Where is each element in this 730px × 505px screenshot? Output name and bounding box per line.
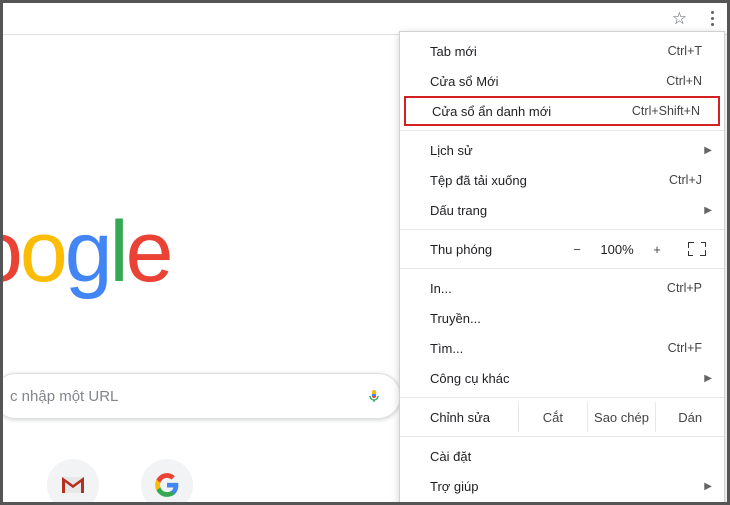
edit-copy-button[interactable]: Sao chép <box>587 402 656 432</box>
kebab-menu-icon[interactable] <box>703 7 721 30</box>
menu-label: In... <box>430 281 667 296</box>
submenu-arrow-icon: ▶ <box>704 205 712 216</box>
zoom-in-button[interactable]: + <box>640 242 674 257</box>
menu-new-tab[interactable]: Tab mới Ctrl+T <box>400 36 724 66</box>
menu-label: Truyền... <box>430 311 702 326</box>
voice-search-icon[interactable] <box>366 385 382 407</box>
menu-shortcut: Ctrl+F <box>668 341 702 355</box>
submenu-arrow-icon: ▶ <box>704 373 712 384</box>
menu-label: Thu phóng <box>430 242 560 257</box>
menu-settings[interactable]: Cài đặt <box>400 441 724 471</box>
menu-more-tools[interactable]: Công cụ khác ▶ <box>400 363 724 393</box>
menu-label: Cửa sổ ẩn danh mới <box>432 104 632 119</box>
menu-find[interactable]: Tìm... Ctrl+F <box>400 333 724 363</box>
menu-bookmarks[interactable]: Dấu trang ▶ <box>400 195 724 225</box>
menu-shortcut: Ctrl+P <box>667 281 702 295</box>
menu-label: Trợ giúp <box>430 479 702 494</box>
menu-label: Tab mới <box>430 44 668 59</box>
menu-label: Cài đặt <box>430 449 702 464</box>
menu-shortcut: Ctrl+T <box>668 44 702 58</box>
menu-zoom: Thu phóng − 100% + <box>400 234 724 264</box>
menu-history[interactable]: Lịch sử ▶ <box>400 135 724 165</box>
submenu-arrow-icon: ▶ <box>704 481 712 492</box>
menu-label: Lịch sử <box>430 143 702 158</box>
submenu-arrow-icon: ▶ <box>704 145 712 156</box>
menu-downloads[interactable]: Tệp đã tải xuống Ctrl+J <box>400 165 724 195</box>
menu-new-incognito[interactable]: Cửa sổ ẩn danh mới Ctrl+Shift+N <box>404 96 720 126</box>
shortcut-google[interactable] <box>141 459 193 505</box>
bookmark-star-icon[interactable]: ☆ <box>672 9 687 29</box>
chrome-main-menu: Tab mới Ctrl+T Cửa sổ Mới Ctrl+N Cửa sổ … <box>399 31 725 505</box>
menu-label: Chỉnh sửa <box>430 410 518 425</box>
menu-label: Dấu trang <box>430 203 702 218</box>
shortcut-gmail[interactable] <box>47 459 99 505</box>
menu-label: Tệp đã tải xuống <box>430 173 669 188</box>
menu-label: Tìm... <box>430 341 668 356</box>
gmail-icon <box>60 475 86 495</box>
google-g-icon <box>154 472 180 498</box>
edit-paste-button[interactable]: Dán <box>655 402 724 432</box>
menu-new-window[interactable]: Cửa sổ Mới Ctrl+N <box>400 66 724 96</box>
zoom-value: 100% <box>594 242 640 257</box>
menu-help[interactable]: Trợ giúp ▶ <box>400 471 724 501</box>
menu-label: Công cụ khác <box>430 371 702 386</box>
fullscreen-icon[interactable] <box>688 242 706 256</box>
menu-print[interactable]: In... Ctrl+P <box>400 273 724 303</box>
edit-cut-button[interactable]: Cắt <box>518 402 587 432</box>
search-input[interactable] <box>10 388 366 405</box>
menu-label: Cửa sổ Mới <box>430 74 666 89</box>
menu-cast[interactable]: Truyền... <box>400 303 724 333</box>
search-box[interactable] <box>0 373 401 419</box>
menu-edit-row: Chỉnh sửa Cắt Sao chép Dán <box>400 402 724 432</box>
menu-shortcut: Ctrl+J <box>669 173 702 187</box>
menu-shortcut: Ctrl+Shift+N <box>632 104 700 118</box>
google-logo: oogle <box>0 203 170 302</box>
zoom-out-button[interactable]: − <box>560 242 594 257</box>
menu-shortcut: Ctrl+N <box>666 74 702 88</box>
